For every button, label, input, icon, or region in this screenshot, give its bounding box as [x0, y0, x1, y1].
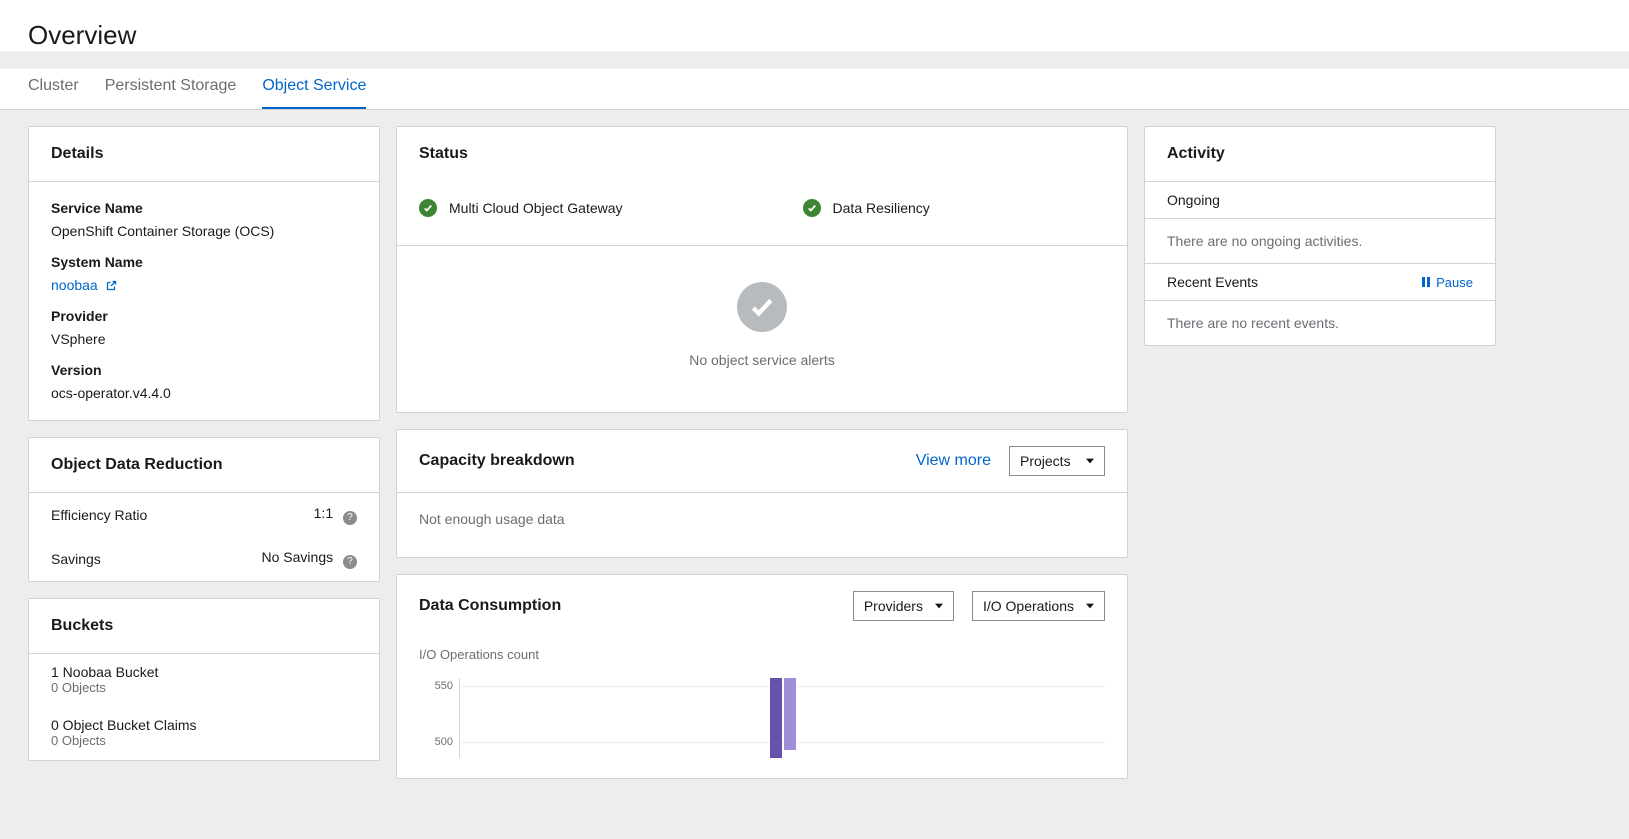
capacity-card: Capacity breakdown View more Projects No… [396, 429, 1128, 558]
buckets-heading: Buckets [29, 599, 379, 654]
capacity-dropdown[interactable]: Projects [1009, 446, 1105, 476]
pause-icon [1421, 277, 1431, 287]
consumption-header: Data Consumption Providers I/O Operation… [397, 575, 1127, 637]
buckets-card: Buckets 1 Noobaa Bucket 0 Objects 0 Obje… [28, 598, 380, 761]
bucket-sub-1: 0 Objects [29, 680, 379, 707]
page-header: Overview [0, 0, 1629, 51]
chart-bars [770, 678, 796, 758]
y-tick-500: 500 [435, 736, 453, 748]
check-circle-icon [419, 199, 437, 217]
tab-row: Cluster Persistent Storage Object Servic… [0, 69, 1629, 110]
consumption-heading: Data Consumption [419, 597, 561, 615]
activity-card: Activity Ongoing There are no ongoing ac… [1144, 126, 1496, 346]
savings-row: Savings No Savings ? [29, 537, 379, 581]
status-item-gateway-label: Multi Cloud Object Gateway [449, 200, 623, 216]
ongoing-label: Ongoing [1167, 192, 1220, 208]
status-item-resiliency: Data Resiliency [803, 199, 930, 217]
version-label: Version [51, 360, 357, 381]
details-heading: Details [29, 127, 379, 182]
savings-label: Savings [51, 551, 101, 567]
consumption-card: Data Consumption Providers I/O Operation… [396, 574, 1128, 779]
status-row: Multi Cloud Object Gateway Data Resilien… [397, 181, 1127, 245]
system-name-label: System Name [51, 252, 357, 273]
caret-down-icon [1086, 603, 1094, 609]
consumption-dropdown-2-label: I/O Operations [983, 598, 1074, 614]
alert-empty-state: No object service alerts [397, 245, 1127, 412]
bucket-line-1: 1 Noobaa Bucket [29, 654, 379, 680]
data-reduction-heading: Object Data Reduction [29, 438, 379, 493]
view-more-link[interactable]: View more [916, 452, 991, 470]
service-name-label: Service Name [51, 198, 357, 219]
ongoing-empty: There are no ongoing activities. [1145, 219, 1495, 263]
recent-empty: There are no recent events. [1145, 301, 1495, 345]
provider-label: Provider [51, 306, 357, 327]
recent-events-label: Recent Events [1167, 274, 1258, 290]
chart-bar-reads [770, 678, 782, 758]
details-card: Details Service Name OpenShift Container… [28, 126, 380, 421]
bucket-line-2: 0 Object Bucket Claims [29, 707, 379, 733]
consumption-dropdown-2[interactable]: I/O Operations [972, 591, 1105, 621]
tab-object-service[interactable]: Object Service [262, 69, 366, 109]
caret-down-icon [1086, 458, 1094, 464]
check-circle-large-icon [737, 282, 787, 332]
pause-label: Pause [1436, 275, 1473, 290]
page-scroll[interactable]: Overview Cluster Persistent Storage Obje… [0, 0, 1629, 839]
system-name-text: noobaa [51, 277, 98, 293]
system-name-value: noobaa [51, 275, 357, 296]
efficiency-label: Efficiency Ratio [51, 507, 147, 523]
consumption-chart-title: I/O Operations count [419, 647, 1105, 662]
tab-cluster[interactable]: Cluster [28, 69, 79, 109]
status-card: Status Multi Cloud Object Gateway Data R… [396, 126, 1128, 413]
provider-value: VSphere [51, 329, 357, 350]
capacity-empty-text: Not enough usage data [397, 493, 1127, 557]
center-column: Status Multi Cloud Object Gateway Data R… [396, 126, 1128, 779]
capacity-dropdown-label: Projects [1020, 453, 1071, 469]
consumption-dropdown-1-label: Providers [864, 598, 923, 614]
check-circle-icon [803, 199, 821, 217]
page-title: Overview [28, 20, 1601, 51]
chart-plot [459, 678, 1105, 758]
capacity-header: Capacity breakdown View more Projects [397, 430, 1127, 493]
capacity-header-controls: View more Projects [916, 446, 1105, 476]
recent-events-header: Recent Events Pause [1145, 263, 1495, 301]
external-link-icon [105, 280, 117, 292]
efficiency-value-wrap: 1:1 ? [314, 505, 357, 525]
left-column: Details Service Name OpenShift Container… [28, 126, 380, 761]
savings-value: No Savings [262, 549, 334, 565]
efficiency-value: 1:1 [314, 505, 333, 521]
status-item-resiliency-label: Data Resiliency [833, 200, 930, 216]
tab-persistent-storage[interactable]: Persistent Storage [105, 69, 237, 109]
data-reduction-card: Object Data Reduction Efficiency Ratio 1… [28, 437, 380, 582]
activity-heading: Activity [1145, 127, 1495, 181]
info-icon[interactable]: ? [343, 555, 357, 569]
savings-value-wrap: No Savings ? [262, 549, 357, 569]
y-tick-550: 550 [435, 680, 453, 692]
details-body: Service Name OpenShift Container Storage… [29, 182, 379, 420]
version-value: ocs-operator.v4.4.0 [51, 383, 357, 404]
ongoing-header: Ongoing [1145, 181, 1495, 219]
info-icon[interactable]: ? [343, 511, 357, 525]
chart-y-axis: 550 500 [419, 678, 453, 758]
capacity-heading: Capacity breakdown [419, 452, 575, 470]
right-column: Activity Ongoing There are no ongoing ac… [1144, 126, 1496, 346]
alert-empty-text: No object service alerts [689, 352, 835, 368]
caret-down-icon [935, 603, 943, 609]
status-item-gateway: Multi Cloud Object Gateway [419, 199, 623, 217]
bucket-sub-2: 0 Objects [29, 733, 379, 760]
system-name-link[interactable]: noobaa [51, 277, 117, 293]
consumption-chart: I/O Operations count 550 500 [397, 637, 1127, 778]
chart-bar-writes [784, 678, 796, 750]
chart-area: 550 500 [419, 678, 1105, 758]
pause-button[interactable]: Pause [1421, 275, 1473, 290]
consumption-header-controls: Providers I/O Operations [853, 591, 1105, 621]
dashboard-grid: Details Service Name OpenShift Container… [0, 110, 1629, 819]
service-name-value: OpenShift Container Storage (OCS) [51, 221, 357, 242]
consumption-dropdown-1[interactable]: Providers [853, 591, 954, 621]
efficiency-row: Efficiency Ratio 1:1 ? [29, 493, 379, 537]
status-heading: Status [397, 127, 1127, 181]
